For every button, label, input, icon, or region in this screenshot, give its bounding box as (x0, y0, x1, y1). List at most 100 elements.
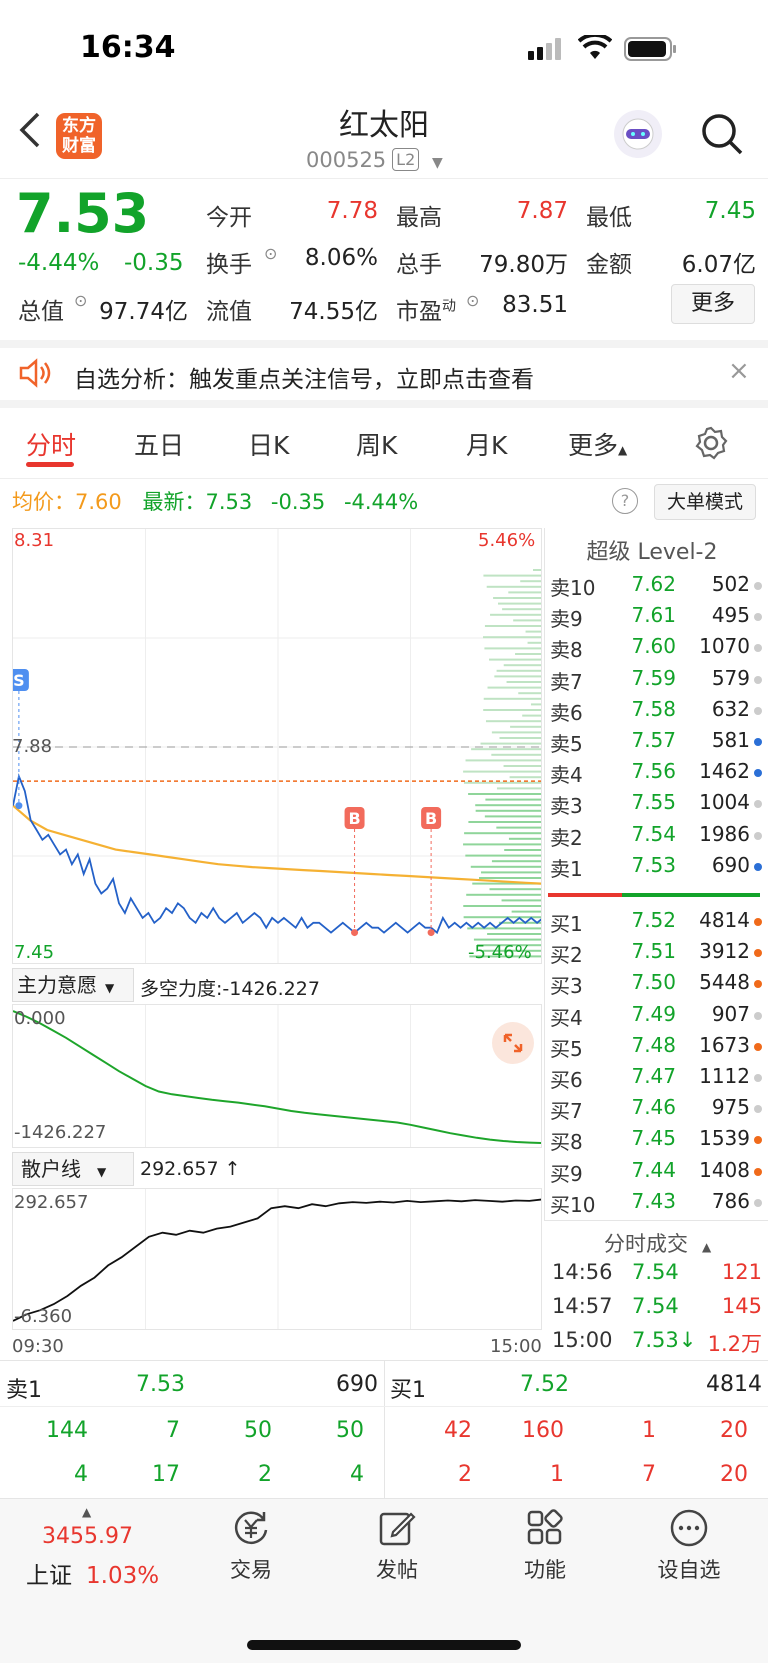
indicator-selector-1[interactable]: 主力意愿 ▼ (12, 968, 134, 1002)
info-icon[interactable]: ⊙ (466, 291, 479, 310)
bid-price: 7.46 (631, 1095, 676, 1120)
bid-dot (754, 1105, 762, 1114)
indicator-selector-2[interactable]: 散户线 ▼ (12, 1152, 134, 1186)
settings-gear-icon[interactable] (694, 426, 728, 464)
stock-code-selector[interactable]: 000525 L2 ▼ (306, 148, 443, 172)
volume-bar (485, 798, 541, 801)
index-name[interactable]: 上证 1.03% (26, 1556, 159, 1590)
bid-row[interactable]: 买3 7.50 5448 (550, 968, 762, 999)
ask-row[interactable]: 卖4 7.56 1462 (550, 757, 762, 788)
search-icon[interactable] (700, 112, 744, 160)
ask-dot (754, 831, 762, 840)
intraday-chart[interactable]: S B B (12, 528, 542, 964)
ind1-ytick-top: 0.000 (14, 1008, 66, 1029)
info-icon[interactable]: ⊙ (264, 244, 277, 263)
ask-row[interactable]: 卖8 7.60 1070 (550, 632, 762, 663)
ask-dot (754, 862, 762, 871)
help-icon[interactable]: ? (612, 488, 638, 514)
ask-row[interactable]: 卖7 7.59 579 (550, 664, 762, 695)
notice-text[interactable]: 自选分析：触发重点关注信号，立即点击查看 (74, 360, 534, 394)
ask-level: 卖10 (550, 576, 596, 600)
ask-price: 7.57 (631, 728, 676, 752)
ask-price: 7.54 (631, 821, 676, 846)
bid-row[interactable]: 买8 7.45 1539 (550, 1124, 762, 1155)
order-queue-cell: 4 (74, 1462, 88, 1487)
ask-row[interactable]: 卖9 7.61 495 (550, 601, 762, 632)
tab-monthly-k[interactable]: 月K (466, 426, 507, 462)
bb-inner-divider (0, 1406, 768, 1407)
bid-level: 买10 (550, 1192, 596, 1217)
ask-volume: 1070 (699, 634, 750, 659)
home-indicator[interactable] (247, 1640, 521, 1650)
volume-bar (463, 781, 541, 784)
volume-bar (511, 910, 541, 913)
nav-post[interactable]: 发帖 (342, 1508, 452, 1584)
ask-row[interactable]: 卖2 7.54 1986 (550, 820, 762, 851)
expand-icon[interactable] (492, 1022, 534, 1064)
tab-five-day[interactable]: 五日 (134, 426, 184, 462)
turnover-value: 8.06% (304, 245, 378, 271)
tab-intraday[interactable]: 分时 (26, 426, 76, 462)
close-icon[interactable]: × (728, 356, 750, 386)
indicator-1-value: 多空力度:-1426.227 (140, 978, 320, 1000)
ask-level: 卖2 (550, 825, 583, 850)
bid-level: 买5 (550, 1036, 583, 1061)
bid-row[interactable]: 买5 7.48 1673 (550, 1031, 762, 1062)
volume-bar (491, 860, 541, 863)
order-queue-cell: 42 (444, 1418, 472, 1443)
volume-bar (483, 574, 541, 577)
bid-row[interactable]: 买1 7.52 4814 (550, 906, 762, 937)
volume-bar (468, 793, 541, 795)
last-price: 7.53 (16, 182, 150, 245)
grid-icon (527, 1509, 563, 1545)
volume-bar (527, 641, 541, 644)
order-queue-cell: 7 (166, 1418, 180, 1443)
index-value[interactable]: 3455.97 (42, 1524, 133, 1549)
bid-ask-bar-green (622, 893, 760, 897)
trade-price: 7.54 (632, 1294, 679, 1318)
more-button[interactable]: 更多 (671, 284, 755, 324)
bid-row[interactable]: 买9 7.44 1408 (550, 1156, 762, 1187)
ask-volume: 1004 (699, 790, 750, 815)
volume-bar (485, 720, 541, 723)
volume-bar (491, 753, 541, 756)
ask-row[interactable]: 卖1 7.53 690 (550, 851, 762, 882)
ask-volume: 1462 (699, 759, 750, 784)
order-queue-cell: 144 (46, 1418, 88, 1443)
ask-dot (754, 769, 762, 778)
nav-functions[interactable]: 功能 (490, 1508, 600, 1584)
volume-bar (468, 821, 541, 823)
change-pct: -4.44% (18, 250, 100, 276)
ask-volume: 495 (711, 603, 750, 628)
ask-row[interactable]: 卖6 7.58 632 (550, 695, 762, 726)
volume-bar (494, 675, 541, 678)
bid-row[interactable]: 买6 7.47 1112 (550, 1062, 762, 1093)
bid-row[interactable]: 买7 7.46 975 (550, 1093, 762, 1124)
ask-level: 卖4 (550, 763, 583, 788)
bid-level: 买2 (550, 943, 583, 968)
large-order-mode-button[interactable]: 大单模式 (654, 484, 756, 520)
tab-more[interactable]: 更多▲ (568, 426, 627, 462)
bid-volume: 907 (711, 1001, 750, 1026)
bid-row[interactable]: 买2 7.51 3912 (550, 937, 762, 968)
ask-row[interactable]: 卖5 7.57 581 (550, 726, 762, 757)
trades-title[interactable]: 分时成交 ▲ (604, 1228, 711, 1258)
trade-volume: 145 (721, 1294, 762, 1318)
ask-row[interactable]: 卖3 7.55 1004 (550, 788, 762, 819)
bid-volume: 3912 (699, 939, 750, 964)
nav-add-watchlist[interactable]: 设自选 (634, 1508, 744, 1584)
bb-sell-vol: 690 (336, 1372, 378, 1397)
nav-trade[interactable]: 交易 (196, 1508, 306, 1584)
bid-volume: 1112 (699, 1064, 750, 1088)
ask-row[interactable]: 卖10 7.62 502 (550, 570, 762, 601)
volume-bar (483, 697, 541, 700)
tab-daily-k[interactable]: 日K (248, 426, 289, 462)
bb-buy-price: 7.52 (520, 1372, 569, 1397)
bid-row[interactable]: 买4 7.49 907 (550, 1000, 762, 1031)
info-icon[interactable]: ⊙ (74, 291, 87, 310)
bid-row[interactable]: 买10 7.43 786 (550, 1187, 762, 1218)
assistant-avatar-icon[interactable] (614, 110, 662, 158)
marker-point (427, 929, 435, 937)
retail-line-chart[interactable] (12, 1188, 542, 1330)
tab-weekly-k[interactable]: 周K (356, 426, 397, 462)
